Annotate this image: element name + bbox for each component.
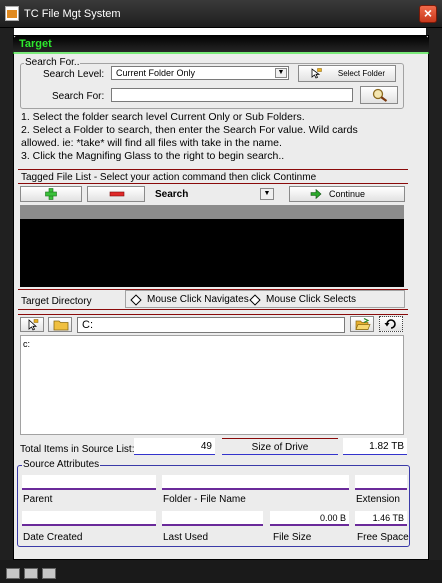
select-folder-button[interactable]: Select Folder [298,65,396,82]
divider [18,183,408,184]
refresh-button[interactable] [379,316,403,332]
action-select-value[interactable]: Search [155,189,188,200]
continue-label: Continue [328,189,366,199]
dock-button-3[interactable] [42,568,56,579]
panel-header [13,35,429,52]
chevron-down-icon[interactable]: ▼ [275,68,287,78]
instruction-line: allowed. ie: *take* will find all files … [21,137,282,149]
directory-list[interactable] [20,335,404,435]
size-of-drive-value: 1.82 TB [343,438,407,455]
dock-button-1[interactable] [6,568,20,579]
notepad-icon [5,6,19,21]
pointer-icon [28,319,39,331]
folder-button[interactable] [48,317,72,332]
search-level-select[interactable]: Current Folder Only ▼ [111,66,289,80]
option-selects-label[interactable]: Mouse Click Selects [266,294,356,305]
search-level-value: Current Folder Only [116,68,196,78]
last-used-field [162,511,263,526]
divider [18,314,408,315]
window-frame-left [0,28,14,568]
open-folder-icon [355,318,371,330]
option-navigates-label[interactable]: Mouse Click Navigates [147,294,249,305]
date-created-label: Date Created [23,532,83,543]
panel-title: Target [19,38,52,50]
size-of-drive-label: Size of Drive [222,438,338,455]
tagged-file-list[interactable] [20,219,404,287]
path-input[interactable]: C: [77,317,345,333]
free-space-label: Free Space [357,532,409,543]
refresh-icon [384,319,396,329]
window-title: TC File Mgt System [24,8,121,20]
arrow-right-icon [310,189,322,199]
pointer-button[interactable] [20,317,44,332]
close-button[interactable]: × [419,5,437,23]
filename-field [162,475,349,490]
pointer-icon [311,68,322,79]
free-space-field: 1.46 TB [355,511,407,526]
minus-icon [109,191,125,197]
instruction-line: 1. Select the folder search level Curren… [21,111,305,123]
last-used-label: Last Used [163,532,209,543]
open-folder-button[interactable] [350,316,374,332]
panel-header-divider [13,52,429,54]
source-attributes-legend: Source Attributes [22,459,101,470]
magnifying-glass-icon [372,88,388,102]
search-group-legend: Search For.. [24,57,81,68]
file-size-field: 0.00 B [270,511,349,526]
date-created-field [22,511,156,526]
folder-icon [53,320,69,331]
search-level-label: Search Level: [43,69,105,80]
tagged-list-label: Tagged File List - Select your action co… [21,172,317,183]
divider [18,309,408,310]
parent-label: Parent [23,494,53,505]
magnify-search-button[interactable] [360,86,398,104]
add-tagged-button[interactable] [20,186,82,202]
filename-label: Folder - File Name [163,494,246,505]
parent-field [22,475,156,490]
target-directory-label: Target Directory [21,296,92,307]
extension-field [355,475,407,490]
divider [18,169,408,170]
window-frame-bottom [0,560,442,583]
extension-label: Extension [356,494,400,505]
total-items-value: 49 [134,438,215,455]
select-folder-label: Select Folder [337,69,385,78]
directory-list-item[interactable]: c: [23,339,30,349]
instructions: 1. Select the folder search level Curren… [21,111,421,163]
instruction-line: 2. Select a Folder to search, then enter… [21,124,358,136]
total-items-label: Total Items in Source List: [20,444,135,455]
plus-icon [45,188,57,200]
search-for-input[interactable] [111,88,353,102]
continue-button[interactable]: Continue [289,186,405,202]
remove-tagged-button[interactable] [87,186,145,202]
dock-button-2[interactable] [24,568,38,579]
search-for-label: Search For: [52,91,105,102]
file-size-label: File Size [273,532,312,543]
instruction-line: 3. Click the Magnifing Glass to the righ… [21,150,285,162]
chevron-down-icon[interactable]: ▼ [260,188,274,200]
tagged-list-header [20,205,404,219]
